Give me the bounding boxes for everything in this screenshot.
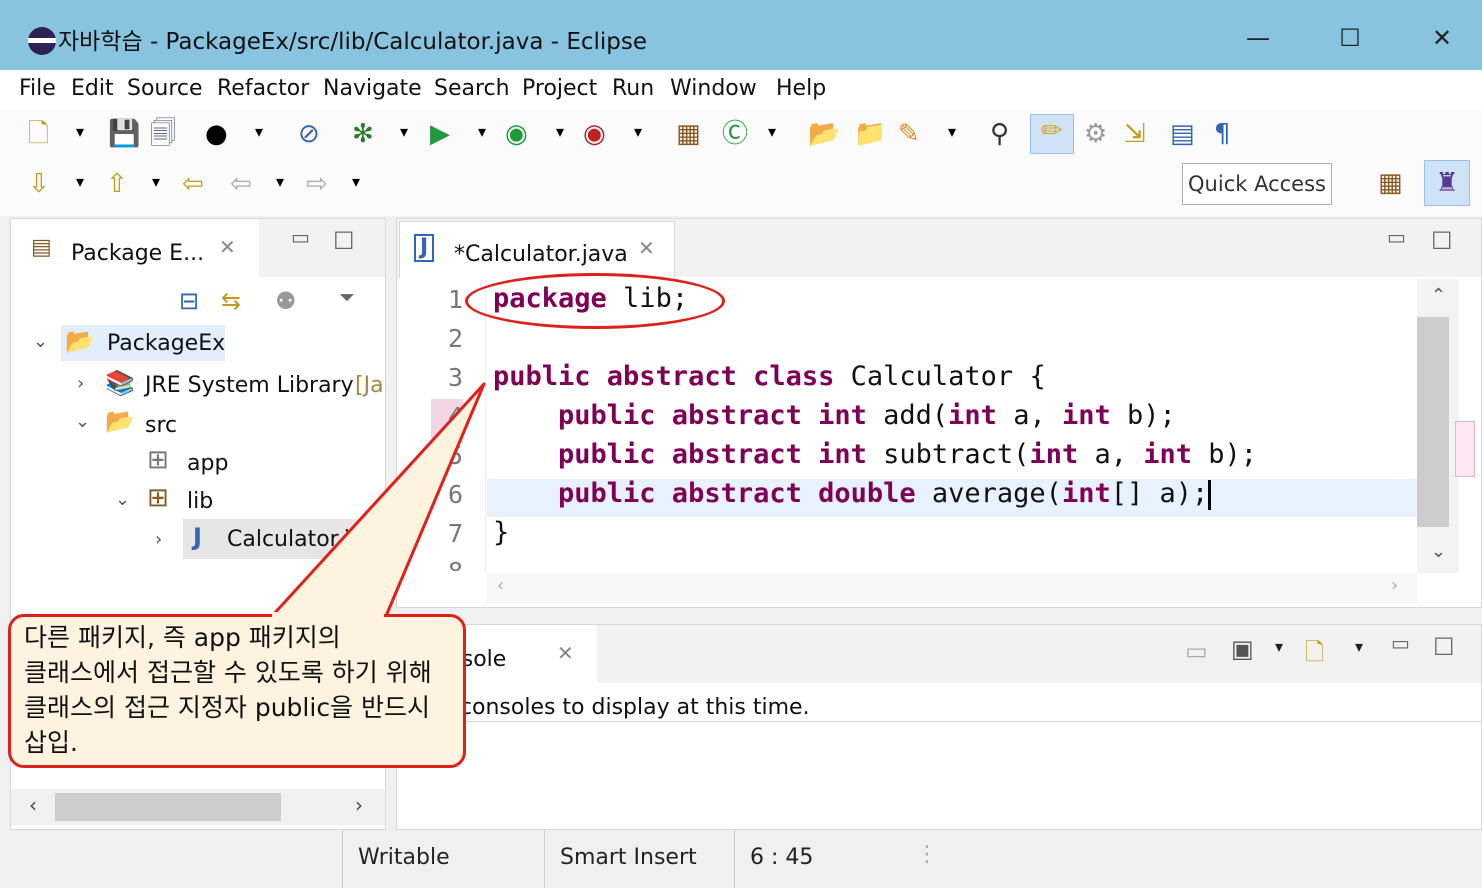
status-bar	[0, 830, 1482, 888]
callout-text: 다른 패키지, 즉 app 패키지의 클래스에서 접근할 수 있도록 하기 위해…	[24, 623, 432, 757]
status-insert-mode: Smart Insert	[560, 845, 697, 870]
status-divider	[734, 830, 735, 888]
callout-joint	[272, 612, 384, 620]
status-divider	[342, 830, 343, 888]
status-cursor-position: 6 : 45	[750, 845, 814, 870]
status-grip-icon: ⋮	[916, 842, 938, 867]
status-divider	[544, 830, 545, 888]
status-writable: Writable	[358, 845, 450, 870]
